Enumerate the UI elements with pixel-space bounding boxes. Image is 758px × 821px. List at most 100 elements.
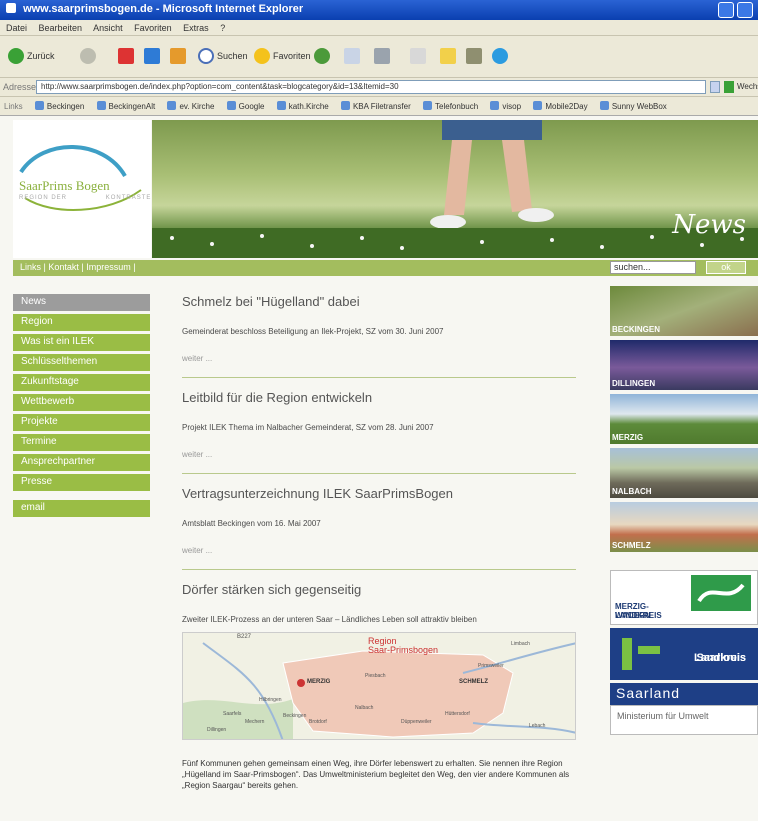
minimize-button[interactable] xyxy=(718,2,734,18)
home-icon xyxy=(170,48,186,64)
town-label: BECKINGEN xyxy=(612,325,661,334)
messenger-icon xyxy=(492,48,508,64)
address-dropdown-icon[interactable] xyxy=(710,81,720,93)
menu-edit[interactable]: Bearbeiten xyxy=(39,23,83,33)
map-label: Hüttersdorf xyxy=(445,711,470,717)
search-ok-button[interactable]: ok xyxy=(706,261,746,274)
menu-item-presse[interactable]: Presse xyxy=(13,474,150,491)
town-image-beckingen[interactable]: BECKINGEN xyxy=(610,286,758,336)
link-sunny-webbox[interactable]: Sunny WebBox xyxy=(600,102,667,111)
link-ev-kirche[interactable]: ev. Kirche xyxy=(167,102,214,111)
saarlouis-logo-icon xyxy=(622,638,660,670)
region-map: B227 Region Saar-Primsbogen MERZIG SCHME… xyxy=(182,632,576,740)
menu-favorites[interactable]: Favoriten xyxy=(134,23,172,33)
read-more-link[interactable]: weiter ... xyxy=(182,354,576,363)
logo-tagline-2: KONTRASTE xyxy=(105,195,152,201)
menu-item-ansprechpartner[interactable]: Ansprechpartner xyxy=(13,454,150,471)
go-arrow-icon[interactable] xyxy=(724,81,734,93)
banner-photo xyxy=(152,120,758,258)
link-beckingen[interactable]: Beckingen xyxy=(35,102,84,111)
map-label: Hilbringen xyxy=(259,697,282,703)
link-kath-kirche[interactable]: kath.Kirche xyxy=(277,102,329,111)
partner-ministerium-umwelt[interactable]: Ministerium für Umwelt xyxy=(610,705,758,735)
back-button[interactable]: Zurück xyxy=(8,48,55,64)
partner-landkreis-merzig-wadern[interactable]: LANDKREIS MERZIG-WADERN xyxy=(610,570,758,625)
article-title[interactable]: Dörfer stärken sich gegenseitig xyxy=(182,582,576,597)
research-button[interactable] xyxy=(466,48,485,64)
logo-name-saarprims: SaarPrims xyxy=(19,178,73,193)
toolbar: Zurück Suchen Favoriten xyxy=(0,36,758,78)
research-icon xyxy=(466,48,482,64)
menu-item-zukunftstage[interactable]: Zukunftstage xyxy=(13,374,150,391)
address-input[interactable]: http://www.saarprimsbogen.de/index.php?o… xyxy=(36,80,706,94)
favorites-button[interactable]: Favoriten xyxy=(254,48,311,64)
news-article: Schmelz bei "Hügelland" dabei Gemeindera… xyxy=(182,294,576,378)
menu-item-wettbewerb[interactable]: Wettbewerb xyxy=(13,394,150,411)
edit-button[interactable] xyxy=(410,48,429,64)
forward-button[interactable] xyxy=(80,48,99,64)
link-mobile2day[interactable]: Mobile2Day xyxy=(533,102,587,111)
town-image-nalbach[interactable]: NALBACH xyxy=(610,448,758,498)
article-divider xyxy=(182,569,576,570)
search-button[interactable]: Suchen xyxy=(198,48,248,64)
link-telefonbuch[interactable]: Telefonbuch xyxy=(423,102,478,111)
map-label: Saarfels xyxy=(223,711,242,717)
address-label: Adresse xyxy=(3,82,37,92)
menu-item-region[interactable]: Region xyxy=(13,314,150,331)
article-subtitle: Gemeinderat beschloss Beteiligung an Ile… xyxy=(182,327,444,336)
stop-button[interactable] xyxy=(118,48,137,64)
print-button[interactable] xyxy=(374,48,393,64)
menu-view[interactable]: Ansicht xyxy=(93,23,123,33)
menu-item-termine[interactable]: Termine xyxy=(13,434,150,451)
read-more-link[interactable]: weiter ... xyxy=(182,546,576,555)
link-beckingen-alt[interactable]: BeckingenAlt xyxy=(97,102,156,111)
search-input[interactable]: suchen... xyxy=(610,261,696,274)
home-button[interactable] xyxy=(170,48,189,64)
partner-landkreis-saarlouis[interactable]: Landkreis Saarlouis xyxy=(610,628,758,680)
town-image-dillingen[interactable]: DILLINGEN xyxy=(610,340,758,390)
forward-arrow-icon xyxy=(80,48,96,64)
banner-title: News xyxy=(672,210,746,240)
go-button[interactable]: Wechseln xyxy=(737,82,758,91)
menu-tools[interactable]: Extras xyxy=(183,23,209,33)
map-label: Piesbach xyxy=(365,673,386,679)
link-visop[interactable]: visop xyxy=(490,102,521,111)
folder-icon xyxy=(440,48,456,64)
messenger-button[interactable] xyxy=(492,48,511,64)
town-image-schmelz[interactable]: SCHMELZ xyxy=(610,502,758,552)
maximize-button[interactable] xyxy=(737,2,753,18)
map-label: Primsweiler xyxy=(478,663,504,669)
article-title[interactable]: Leitbild für die Region entwickeln xyxy=(182,390,576,405)
town-image-merzig[interactable]: MERZIG xyxy=(610,394,758,444)
menu-help[interactable]: ? xyxy=(220,23,225,33)
read-more-link[interactable]: weiter ... xyxy=(182,450,576,459)
partner-saarland[interactable]: Saarland xyxy=(610,683,758,705)
star-icon xyxy=(254,48,270,64)
map-road-label: B227 xyxy=(237,634,252,640)
email-button[interactable]: email xyxy=(13,500,150,517)
town-label: SCHMELZ xyxy=(612,541,651,550)
printer-icon xyxy=(374,48,390,64)
link-google[interactable]: Google xyxy=(227,102,265,111)
site-logo[interactable]: SaarPrims Bogen REGION DER KONTRASTE xyxy=(13,120,151,258)
web-page: SaarPrims Bogen REGION DER KONTRASTE New… xyxy=(0,116,758,821)
menu-item-news[interactable]: News xyxy=(13,294,150,311)
article-title[interactable]: Schmelz bei "Hügelland" dabei xyxy=(182,294,576,309)
link-kba-filetransfer[interactable]: KBA Filetransfer xyxy=(341,102,411,111)
menu-file[interactable]: Datei xyxy=(6,23,27,33)
refresh-button[interactable] xyxy=(144,48,163,64)
folder-button[interactable] xyxy=(440,48,459,64)
article-subtitle: Zweiter ILEK-Prozess an der unteren Saar… xyxy=(182,615,477,624)
map-label: Brotdorf xyxy=(309,719,327,725)
menu-item-projekte[interactable]: Projekte xyxy=(13,414,150,431)
menu-item-schluesselthemen[interactable]: Schlüsselthemen xyxy=(13,354,150,371)
map-label: Düppenweiler xyxy=(401,719,432,725)
address-bar: Adresse http://www.saarprimsbogen.de/ind… xyxy=(0,78,758,97)
mail-button[interactable] xyxy=(344,48,363,64)
menu-item-was-ist-ein-ilek[interactable]: Was ist ein ILEK xyxy=(13,334,150,351)
map-label-merzig: MERZIG xyxy=(307,679,331,685)
article-title[interactable]: Vertragsunterzeichnung ILEK SaarPrimsBog… xyxy=(182,486,576,501)
history-button[interactable] xyxy=(314,48,333,64)
map-label: Mechern xyxy=(245,719,265,725)
header-banner: News xyxy=(152,120,758,258)
